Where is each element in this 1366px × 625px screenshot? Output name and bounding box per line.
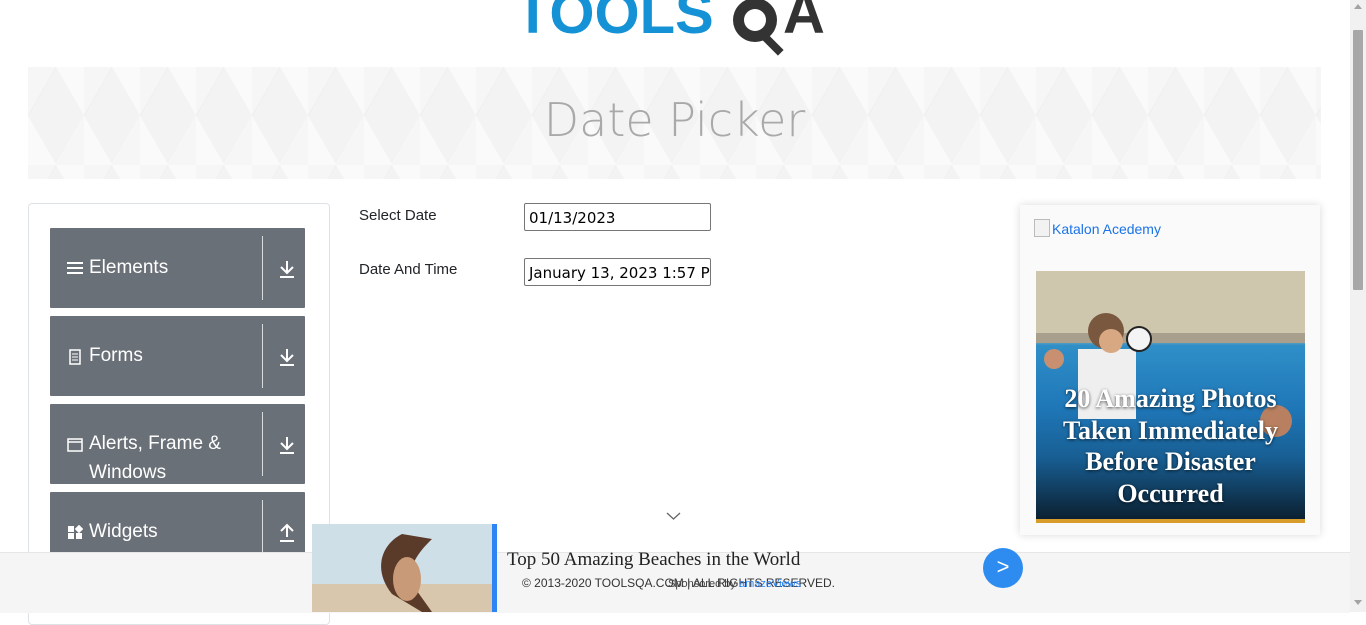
vertical-scrollbar[interactable] bbox=[1350, 0, 1366, 612]
bottom-ad-image[interactable] bbox=[312, 524, 497, 612]
toolsqa-logo[interactable]: TOOLS A bbox=[515, 0, 840, 58]
page-title: Date Picker bbox=[543, 93, 806, 147]
sponsor-brand-link[interactable]: amazeViews bbox=[739, 578, 801, 590]
divider bbox=[262, 324, 263, 388]
chevron-down-icon[interactable] bbox=[666, 511, 681, 521]
hamburger-icon bbox=[67, 262, 83, 274]
nav-group-label: Forms bbox=[89, 345, 143, 366]
scroll-up-arrow-icon[interactable] bbox=[1354, 4, 1362, 9]
page-banner: Date Picker bbox=[28, 67, 1321, 179]
window-icon bbox=[67, 438, 83, 452]
sponsored-by: Sponsored by amazeViews bbox=[668, 578, 801, 590]
divider bbox=[262, 412, 263, 476]
download-arrow-icon[interactable] bbox=[278, 259, 296, 279]
download-arrow-icon[interactable] bbox=[278, 435, 296, 455]
nav-group-elements[interactable]: Elements bbox=[50, 228, 305, 308]
nav-group-label: Alerts, Frame & Windows bbox=[89, 433, 221, 483]
ad-accent-bar bbox=[492, 524, 497, 612]
broken-image-alt-text: Katalon Acedemy bbox=[1052, 221, 1161, 237]
svg-text:A: A bbox=[783, 0, 825, 46]
nav-group-alerts-frame-windows[interactable]: Alerts, Frame & Windows bbox=[50, 404, 305, 484]
select-date-label: Select Date bbox=[359, 207, 437, 224]
nav-group-forms[interactable]: Forms bbox=[50, 316, 305, 396]
download-arrow-icon[interactable] bbox=[278, 347, 296, 367]
svg-text:TOOLS: TOOLS bbox=[515, 0, 714, 46]
date-and-time-input[interactable]: January 13, 2023 1:57 PM bbox=[524, 258, 711, 286]
beach-photo-illustration bbox=[312, 524, 497, 612]
ad-next-button[interactable]: > bbox=[983, 548, 1023, 588]
select-date-input[interactable]: 01/13/2023 bbox=[524, 203, 711, 231]
broken-image-icon bbox=[1034, 219, 1050, 237]
upload-arrow-icon[interactable] bbox=[278, 523, 296, 543]
broken-image-link[interactable]: Katalon Acedemy bbox=[1034, 219, 1161, 237]
bottom-ad-title[interactable]: Top 50 Amazing Beaches in the World bbox=[507, 549, 800, 571]
ad-headline: 20 Amazing Photos Taken Immediately Befo… bbox=[1063, 384, 1278, 508]
nav-group-label: Elements bbox=[89, 257, 169, 278]
document-icon bbox=[69, 349, 81, 365]
scrollbar-thumb[interactable] bbox=[1353, 30, 1363, 290]
right-ad[interactable]: Katalon Acedemy 20 Amazing Photos Taken … bbox=[1020, 205, 1320, 535]
sponsored-prefix: Sponsored by bbox=[668, 578, 736, 590]
widgets-icon bbox=[68, 525, 83, 539]
date-and-time-label: Date And Time bbox=[359, 261, 458, 278]
divider bbox=[262, 236, 263, 300]
nav-group-label: Widgets bbox=[89, 521, 158, 542]
ad-photo[interactable]: 20 Amazing Photos Taken Immediately Befo… bbox=[1036, 271, 1305, 523]
scroll-down-arrow-icon[interactable] bbox=[1354, 600, 1362, 605]
